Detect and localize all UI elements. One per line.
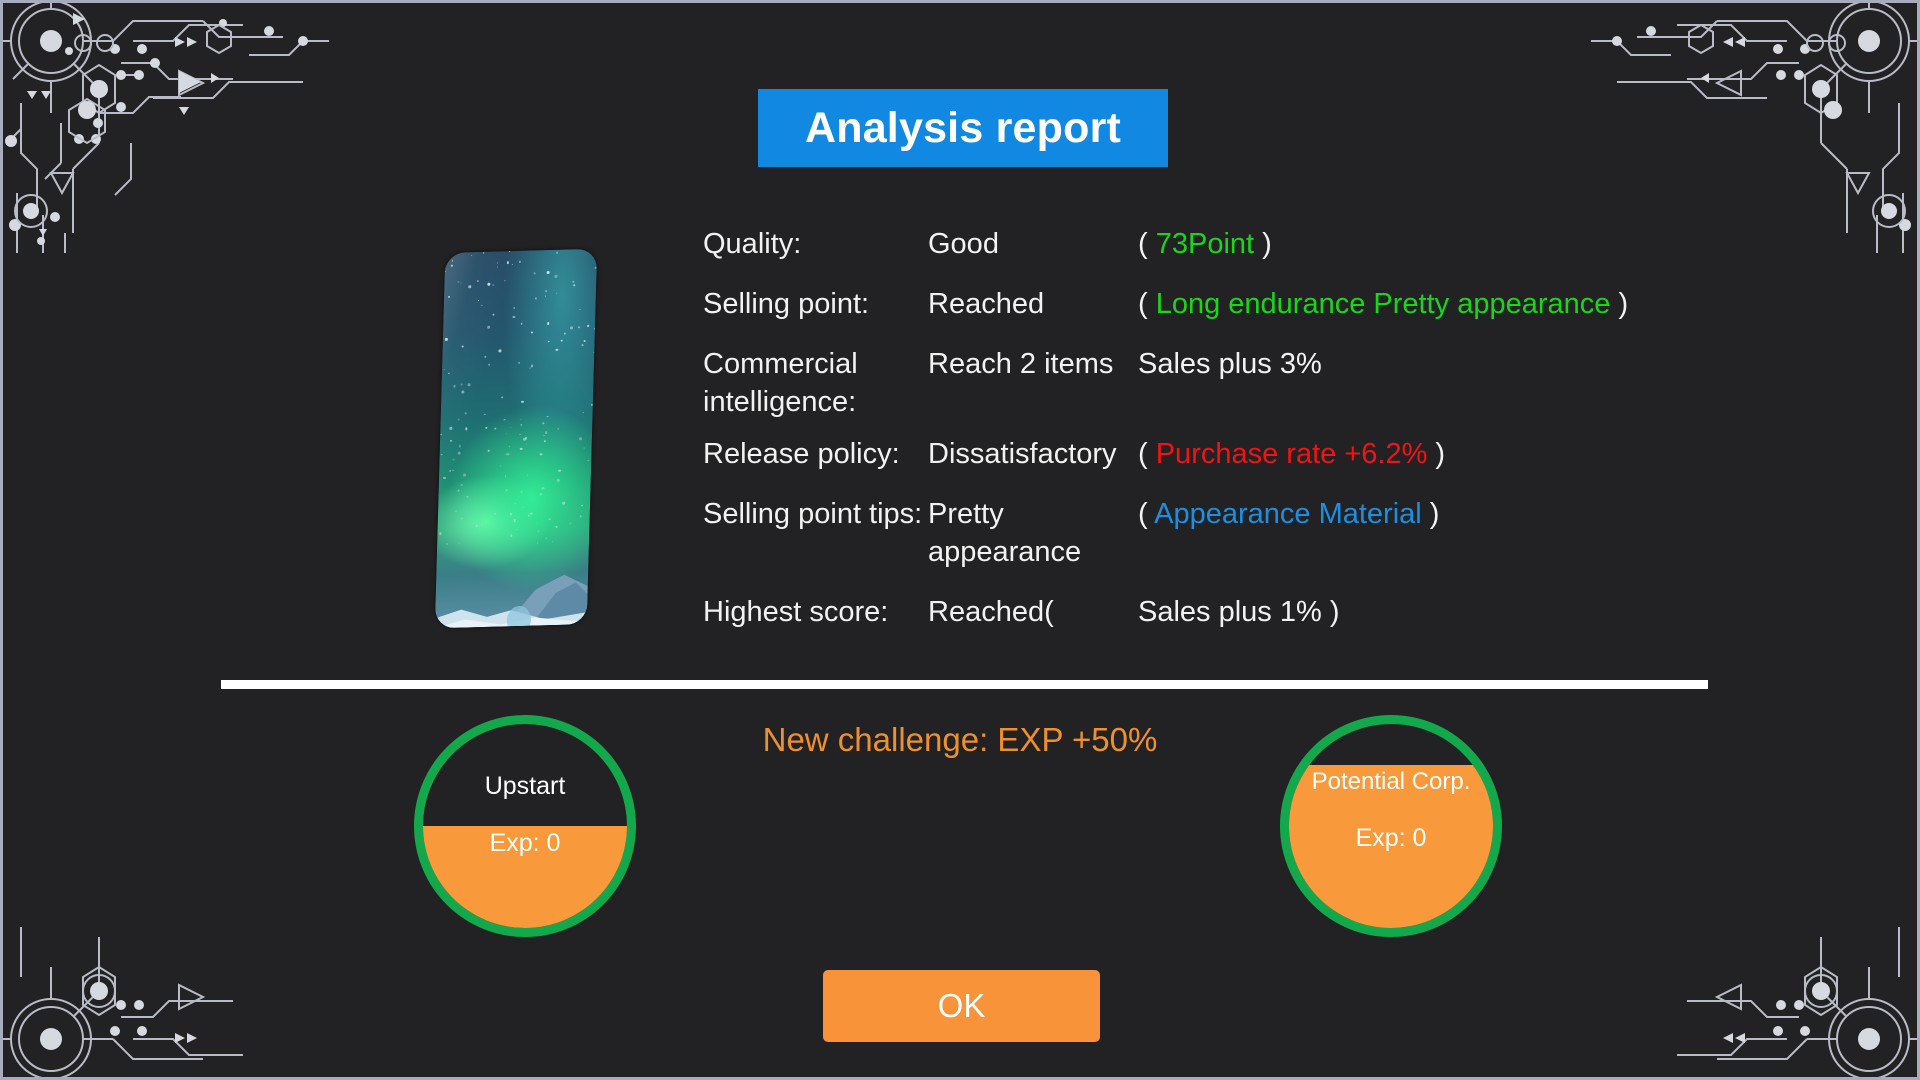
report-row: Release policy: Dissatisfactory ( Purchase… [703,435,1823,473]
circuit-decoration-bottom-right-icon [1587,827,1917,1077]
analysis-report-dialog: Analysis report Quality: Good ( 73Point ) S… [0,0,1920,1080]
report-row-extra: Sales plus 1% ) [1138,596,1340,628]
report-row-extra: ( Appearance Material ) [1138,498,1440,530]
report-row-value: Reach 2 items [928,348,1114,380]
report-row-extra-text: Appearance Material [1154,498,1422,530]
exp-right-name: Potential Corp. [1311,768,1471,795]
report-row-label: Selling point tips: [703,498,923,530]
report-row-extra: ( 73Point ) [1138,228,1272,260]
report-row: Commercial intelligence: Reach 2 items Sal… [703,345,1823,421]
report-row-value: Dissatisfactory [928,438,1117,470]
report-row-extra: ( Purchase rate +6.2% ) [1138,438,1446,470]
report-row-label: Selling point: [703,288,870,320]
phone-screen-glare [434,248,598,629]
circuit-decoration-bottom-left-icon [3,827,333,1077]
report-row-label: Highest score: [703,596,889,628]
report-row: Quality: Good ( 73Point ) [703,225,1823,263]
report-row-extra-text: Sales plus 1% [1138,596,1322,628]
circuit-decoration-top-left-icon [3,3,333,253]
exp-badge-right: Potential Corp. Exp: 0 [1280,715,1502,937]
report-row-value: Reached [928,288,1045,320]
report-row-label: Quality: [703,228,802,260]
report-row-value: Reached( [928,596,1054,628]
report-rows: Quality: Good ( 73Point ) Selling point: Rea… [703,225,1823,653]
report-row: Selling point tips: Pretty appearance ( Ap… [703,495,1823,571]
section-divider [221,680,1708,689]
phone-image [434,248,598,629]
circuit-decoration-top-right-icon [1587,3,1917,253]
page-title-text: Analysis report [804,103,1122,152]
exp-left-name: Upstart [484,772,566,800]
report-row-extra-text: Sales plus 3% [1138,348,1322,380]
report-row-extra: ( Long endurance Pretty appearance ) [1138,288,1629,320]
report-row-extra: Sales plus 3% [1138,345,1322,383]
report-row-extra-text: Long endurance Pretty appearance [1155,288,1611,320]
page-title: Analysis report [758,89,1168,167]
report-row-extra-text: Purchase rate +6.2% [1155,438,1428,470]
exp-right-value: Exp: 0 [1355,824,1427,852]
report-row: Highest score: Reached( Sales plus 1% ) [703,593,1823,631]
new-challenge-text: New challenge: EXP +50% [762,721,1158,758]
exp-badge-left: Upstart Exp: 0 [414,715,636,937]
report-row-extra-text: 73Point [1155,228,1255,260]
product-preview [434,248,598,629]
exp-left-value: Exp: 0 [489,829,561,857]
report-row-label: Release policy: [703,438,900,470]
report-row: Selling point: Reached ( Long endurance Pr… [703,285,1823,323]
report-row-label: Commercial intelligence: [703,348,858,418]
report-row-value: Good [928,228,999,260]
ok-button[interactable]: OK [823,970,1100,1042]
report-row-value: Pretty appearance [928,498,1082,568]
